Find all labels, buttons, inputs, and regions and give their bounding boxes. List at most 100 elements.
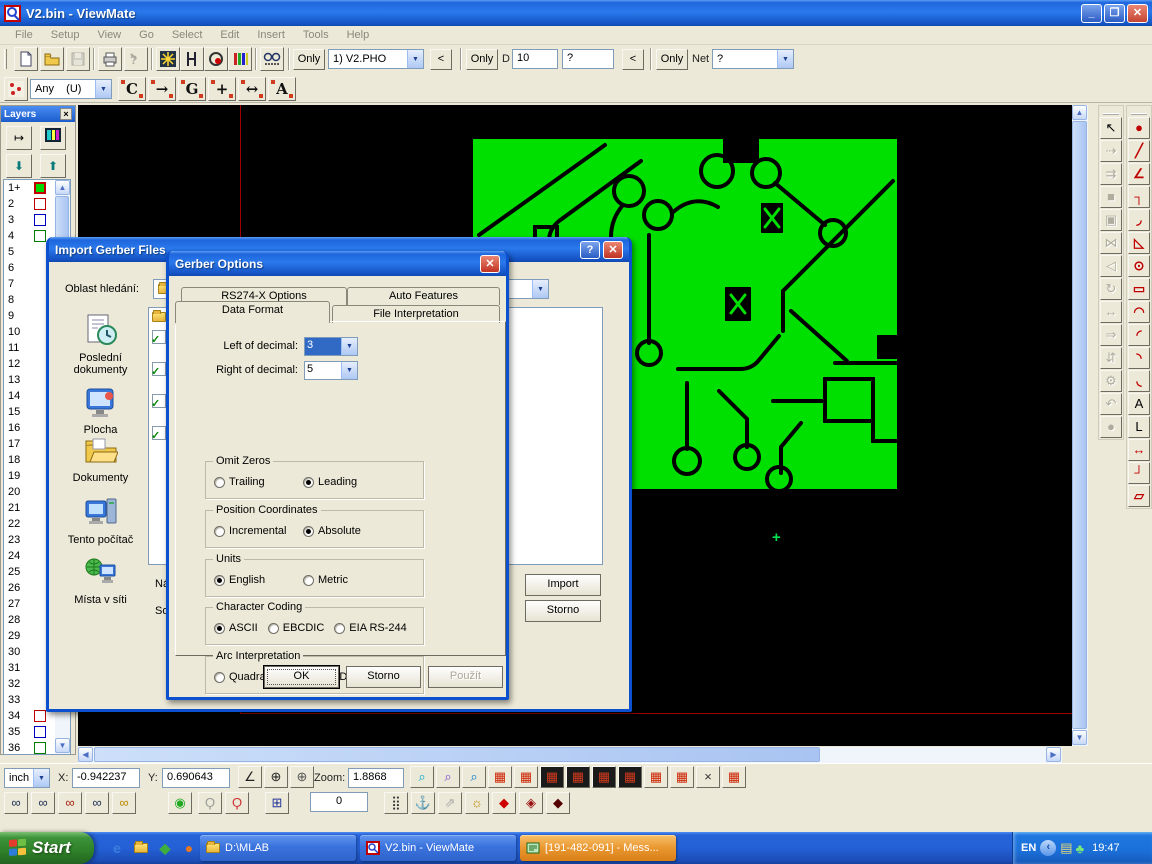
zoom-in-button[interactable]: ⌕ [410, 766, 434, 788]
stretch-tool-button[interactable]: ↔ [238, 77, 266, 101]
tab-data-format[interactable]: Data Format [175, 301, 330, 323]
draw-line-button[interactable]: ╱ [1128, 140, 1150, 162]
radio-leading[interactable]: Leading [303, 476, 357, 488]
draw-dimension-button[interactable]: ↔ [1128, 439, 1150, 461]
zoom-window-button[interactable]: ⌕ [462, 766, 486, 788]
gerber-file-icon[interactable]: ✓ [152, 362, 166, 376]
traffic-light-button[interactable]: ◉ [168, 792, 192, 814]
save-button[interactable] [66, 47, 90, 71]
draw-para-button[interactable]: ▱ [1128, 485, 1150, 507]
net-select-combo[interactable]: ?▼ [712, 49, 794, 69]
radio-icon[interactable] [268, 623, 279, 634]
help-button[interactable]: ? [580, 241, 600, 259]
view-flash-button[interactable]: ∞ [58, 792, 82, 814]
draw-arc-ur-button[interactable]: ◝ [1128, 347, 1150, 369]
layer-up-button[interactable]: ⬆ [40, 154, 66, 178]
layer-color-swatch[interactable] [34, 230, 46, 242]
scroll-up-icon[interactable]: ▲ [1072, 105, 1087, 120]
film-3-button[interactable]: ▦ [592, 766, 616, 788]
ok-button[interactable]: OK [264, 666, 339, 688]
pad-red-button[interactable]: ◆ [492, 792, 516, 814]
dialog-title-bar[interactable]: Gerber Options ✕ [169, 251, 506, 276]
draw-pad-button[interactable]: ● [1128, 117, 1150, 139]
draw-corner-button[interactable]: ┐ [1128, 186, 1150, 208]
select-tool-button[interactable]: ↖ [1100, 117, 1122, 139]
radio-icon[interactable] [303, 575, 314, 586]
flash-highlight-button[interactable]: ☼ [465, 792, 489, 814]
mirror-button[interactable]: ⋈ [1100, 232, 1122, 254]
pad-dark-button[interactable]: ◆ [546, 792, 570, 814]
draw-arc-ul-button[interactable]: ◜ [1128, 324, 1150, 346]
folder-icon[interactable] [152, 312, 166, 326]
ie-icon[interactable]: e [106, 837, 128, 859]
draw-text-button[interactable]: A [1128, 393, 1150, 415]
radio-icon[interactable] [303, 526, 314, 537]
scale-button[interactable]: ↔ [1100, 301, 1122, 323]
probe-target-button[interactable]: ⊕ [290, 766, 314, 788]
prev-dcode-button[interactable]: < [622, 49, 644, 70]
only-dcode-button[interactable]: Only [466, 49, 498, 70]
film-1-button[interactable]: ▦ [540, 766, 564, 788]
cancel-button[interactable]: Storno [346, 666, 421, 688]
radio-icon[interactable] [214, 623, 225, 634]
new-file-button[interactable] [14, 47, 38, 71]
dcode-pad-button[interactable] [204, 47, 228, 71]
view-all-button[interactable]: ∞ [112, 792, 136, 814]
chevron-down-icon[interactable]: ▼ [777, 50, 793, 68]
taskbar-button[interactable]: D:\MLAB [200, 835, 356, 861]
gerber-g-tool-button[interactable]: G [178, 77, 206, 101]
layer-color-swatch[interactable] [34, 198, 46, 210]
settings-gear-button[interactable]: ⚙ [1100, 370, 1122, 392]
grid-value-field[interactable]: 0 [310, 792, 368, 812]
minimize-button[interactable]: _ [1081, 4, 1102, 23]
chevron-down-icon[interactable]: ▼ [95, 80, 111, 98]
copy-multi-button[interactable]: ⇉ [1100, 163, 1122, 185]
text-a-tool-button[interactable]: A [268, 77, 296, 101]
grid-snap-button[interactable]: ▦ [488, 766, 512, 788]
radio-icon[interactable] [303, 477, 314, 488]
gerber-file-icon[interactable]: ✓ [152, 394, 166, 408]
scroll-down-icon[interactable]: ▼ [55, 738, 70, 753]
place-recent-documents[interactable]: Poslední dokumenty [57, 313, 144, 376]
fill-square-button[interactable]: ■ [1100, 186, 1122, 208]
draw-arc-top-button[interactable]: ◠ [1128, 301, 1150, 323]
radio-trailing[interactable]: Trailing [214, 476, 303, 488]
layer-down-button[interactable]: ⬇ [6, 154, 32, 178]
place-documents[interactable]: Dokumenty [57, 433, 144, 484]
hscroll-thumb[interactable] [94, 747, 820, 762]
quadrant-view-button[interactable]: ⊞ [265, 792, 289, 814]
close-icon[interactable]: × [60, 108, 72, 120]
radio-ebcdic[interactable]: EBCDIC [268, 622, 325, 634]
menu-item-edit[interactable]: Edit [211, 29, 248, 41]
component-c-tool-button[interactable]: C [118, 77, 146, 101]
draw-arc-ll-button[interactable]: ◟ [1128, 370, 1150, 392]
view-traces-button[interactable]: ∞ [31, 792, 55, 814]
place-my-computer[interactable]: Tento počítač [57, 495, 144, 546]
menu-item-go[interactable]: Go [130, 29, 163, 41]
selection-filter-combo[interactable]: Any (U)▼ [30, 79, 112, 99]
move-element-button[interactable]: ⇒ [1100, 324, 1122, 346]
canvas-hscrollbar[interactable]: ◀ ▶ [78, 747, 1062, 763]
layer-colors-button[interactable] [40, 126, 66, 150]
pattern-filter-icon[interactable] [4, 77, 28, 101]
messenger-tray-icon[interactable]: ♣ [1076, 841, 1085, 856]
radio-icon[interactable] [214, 477, 225, 488]
only-net-button[interactable]: Only [656, 49, 688, 70]
firefox-icon[interactable]: ● [178, 837, 200, 859]
undo-button[interactable]: ↶ [1100, 393, 1122, 415]
fill-square2-button[interactable]: ▣ [1100, 209, 1122, 231]
pad-cross-tool-button[interactable]: + [208, 77, 236, 101]
unit-combo[interactable]: inch▼ [4, 768, 50, 788]
highlight-flash-button[interactable] [156, 47, 180, 71]
film-4-button[interactable]: ▦ [618, 766, 642, 788]
grid-red-3-button[interactable]: ▦ [722, 766, 746, 788]
folder-icon[interactable] [130, 837, 152, 859]
place-network-places[interactable]: Místa v síti [57, 555, 144, 606]
grid-red-2-button[interactable]: ▦ [670, 766, 694, 788]
gerber-file-icon[interactable]: ✓ [152, 426, 166, 440]
layer-colors-button[interactable] [228, 47, 252, 71]
language-indicator[interactable]: EN [1021, 842, 1036, 854]
radio-icon[interactable] [214, 526, 225, 537]
close-button[interactable]: ✕ [1127, 4, 1148, 23]
close-button[interactable]: ✕ [603, 241, 623, 259]
